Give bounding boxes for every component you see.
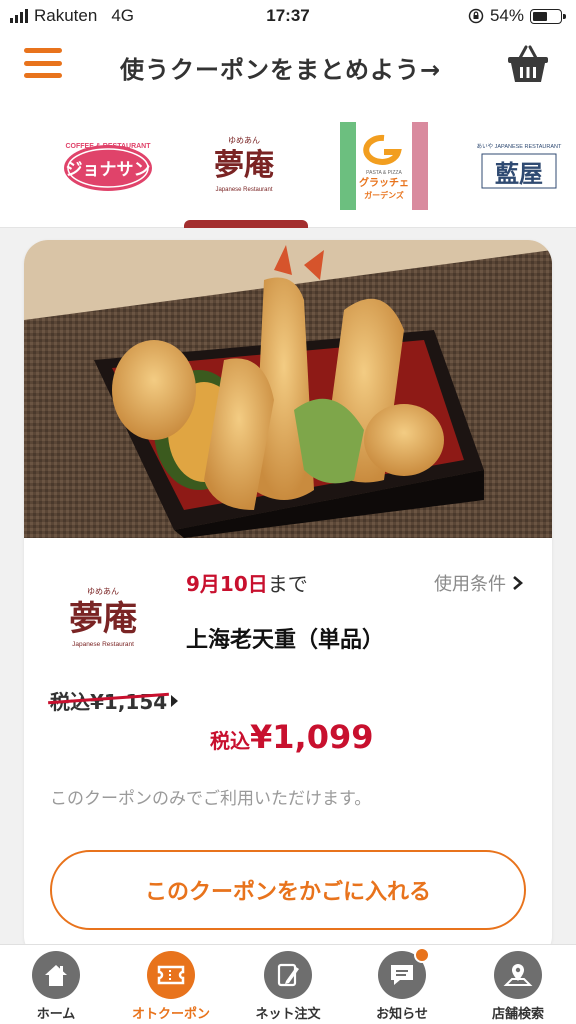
message-icon — [378, 947, 430, 999]
battery-icon — [530, 8, 566, 24]
tab-online-order[interactable]: ネット注文 — [238, 951, 338, 1022]
jonathan-name: ジョナサン — [66, 160, 151, 180]
original-price: 税込¥1,154 — [50, 686, 179, 715]
app-header: 使うクーポンをまとめよう→ — [0, 32, 576, 104]
yumean-ruby: ゆめあん — [228, 136, 260, 145]
home-icon — [32, 951, 80, 999]
yumean-name: 夢庵 — [214, 148, 274, 183]
notification-badge — [414, 947, 430, 963]
coupon-logo-name: 夢庵 — [69, 599, 137, 639]
brand-jonathan[interactable]: COFFEE & RESTAURANT ジョナサン — [60, 118, 156, 214]
aiya-name: 藍屋 — [495, 159, 543, 188]
rotation-lock-icon — [468, 8, 484, 24]
tab-news[interactable]: お知らせ — [352, 947, 452, 1022]
discount-price: 税込 ¥1,099 — [210, 718, 373, 756]
basket-icon[interactable] — [506, 44, 550, 84]
status-bar: Rakuten 4G 17:37 54% — [0, 0, 576, 32]
terms-label: 使用条件 — [434, 574, 506, 595]
terms-link[interactable]: 使用条件 — [434, 570, 524, 596]
expiry-date-value: 9月10日 — [186, 572, 268, 596]
expiry-date-suffix: まで — [267, 572, 308, 596]
coupon-logo-ruby: ゆめあん — [87, 587, 119, 596]
add-to-basket-button[interactable]: このクーポンをかごに入れる — [50, 850, 526, 930]
triangle-right-icon — [171, 694, 179, 707]
yumean-logo: ゆめあん 夢庵 Japanese Restaurant — [214, 136, 274, 193]
grazie-top: PASTA & PIZZA — [366, 170, 402, 176]
tab-home-label: ホーム — [36, 1007, 76, 1022]
bottom-tab-bar: ホーム オトクーポン ネット注文 お知らせ 店舗検索 — [0, 944, 576, 1024]
tab-home[interactable]: ホーム — [6, 951, 106, 1022]
selected-brand-indicator — [184, 220, 308, 228]
discount-price-tax: 税込 — [210, 729, 250, 753]
battery-percent: 54% — [489, 6, 524, 25]
tab-store-search[interactable]: 店舗検索 — [468, 951, 568, 1022]
hamburger-icon[interactable] — [24, 48, 62, 78]
coupon-card: ゆめあん 夢庵 Japanese Restaurant 9月10日まで 使用条件… — [24, 240, 552, 960]
discount-price-amount: ¥1,099 — [250, 718, 374, 756]
chevron-right-icon — [513, 576, 523, 590]
brand-aiya[interactable]: あいや JAPANESE RESTAURANT 藍屋 — [474, 118, 564, 214]
original-price-text: 税込¥1,154 — [50, 686, 167, 715]
coupon-note: このクーポンのみでご利用いただけます。 — [50, 789, 372, 809]
grazie-sub: ガーデンズ — [364, 190, 404, 200]
brand-yumean[interactable]: ゆめあん 夢庵 Japanese Restaurant — [192, 118, 296, 214]
brand-grazie[interactable]: PASTA & PIZZA グラッチェ ガーデンズ — [340, 118, 428, 214]
tab-coupon-label: オトクーポン — [131, 1007, 210, 1022]
tendon-photo — [24, 240, 552, 538]
tab-store-search-label: 店舗検索 — [491, 1007, 544, 1022]
aiya-logo: あいや JAPANESE RESTAURANT 藍屋 — [477, 142, 562, 189]
yumean-logo-large: ゆめあん 夢庵 Japanese Restaurant — [69, 587, 137, 648]
tab-coupon[interactable]: オトクーポン — [121, 951, 221, 1022]
expiry-date: 9月10日まで — [186, 568, 308, 597]
page-title: 使うクーポンをまとめよう→ — [120, 56, 442, 84]
map-pin-icon — [494, 951, 542, 999]
pencil-icon — [264, 951, 312, 999]
brand-selector: COFFEE & RESTAURANT ジョナサン ゆめあん 夢庵 Japane… — [0, 104, 576, 228]
grazie-logo: PASTA & PIZZA グラッチェ ガーデンズ — [340, 122, 428, 210]
jonathan-sub: COFFEE & RESTAURANT — [65, 143, 151, 150]
aiya-top: あいや JAPANESE RESTAURANT — [477, 142, 562, 150]
tab-news-label: お知らせ — [376, 1007, 428, 1022]
jonathan-logo: COFFEE & RESTAURANT ジョナサン — [64, 143, 152, 191]
yumean-sub: Japanese Restaurant — [215, 187, 272, 193]
tab-online-order-label: ネット注文 — [255, 1007, 321, 1022]
grazie-name: グラッチェ — [359, 176, 409, 189]
product-name: 上海老天重（単品） — [186, 628, 385, 653]
coupon-logo-sub: Japanese Restaurant — [72, 641, 134, 648]
ticket-icon — [147, 951, 195, 999]
